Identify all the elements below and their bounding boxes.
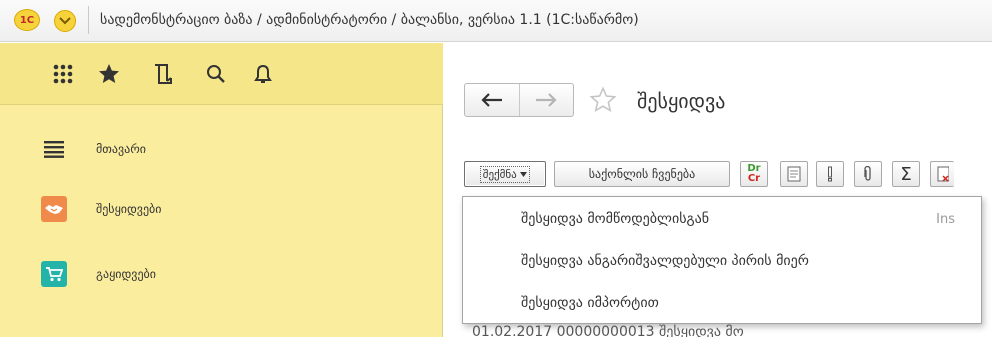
history-navigation bbox=[464, 83, 574, 117]
arrow-left-icon bbox=[481, 93, 502, 107]
menu-item-shortcut: Ins bbox=[936, 211, 955, 227]
document-icon bbox=[787, 166, 801, 182]
create-label: შექმნა bbox=[482, 167, 517, 181]
add-to-favorites-button[interactable] bbox=[588, 85, 618, 115]
show-goods-button[interactable]: საქონლის ჩვენება bbox=[554, 161, 730, 187]
history-icon[interactable] bbox=[150, 61, 176, 87]
cr-text: Cr bbox=[747, 173, 761, 184]
notifications-bell-icon[interactable] bbox=[250, 61, 276, 87]
menu-lines-icon bbox=[41, 136, 67, 162]
table-row[interactable]: 01.02.2017 00000000013 შესყიდვა მო bbox=[472, 324, 744, 337]
window-title: სადემონსტრაციო ბაზა / ადმინისტრატორი / ბ… bbox=[100, 12, 639, 28]
apps-grid-icon[interactable] bbox=[50, 61, 76, 87]
document-red-icon bbox=[937, 166, 949, 182]
sidebar-item-sales[interactable]: გაყიდვები bbox=[0, 246, 443, 302]
sidebar-item-label: გაყიდვები bbox=[96, 267, 156, 281]
page-title: შესყიდვა bbox=[637, 89, 726, 113]
sidebar-item-main[interactable]: მთავარი bbox=[0, 121, 443, 177]
attention-button[interactable] bbox=[816, 161, 844, 187]
dr-cr-button[interactable]: Dr Cr bbox=[740, 161, 768, 187]
logo-text: 1C bbox=[19, 14, 35, 26]
sidebar-toolbar bbox=[0, 43, 443, 105]
search-icon[interactable] bbox=[203, 61, 229, 87]
app-logo[interactable]: 1C bbox=[14, 9, 40, 31]
forward-button[interactable] bbox=[518, 84, 573, 116]
paperclip-icon bbox=[864, 166, 871, 181]
menu-item-label: შესყიდვა იმპორტით bbox=[521, 295, 659, 311]
menu-item-label: შესყიდვა მომწოდებლისგან bbox=[521, 211, 710, 227]
create-button[interactable]: შექმნა bbox=[464, 161, 546, 187]
attach-button[interactable] bbox=[854, 161, 882, 187]
sidebar: მთავარი შესყიდვები გაყიდვები bbox=[0, 43, 443, 337]
dr-cr-icon: Dr Cr bbox=[747, 164, 760, 184]
exclamation-icon bbox=[828, 166, 832, 182]
chevron-down-icon bbox=[59, 17, 71, 25]
create-dropdown-menu: შესყიდვა მომწოდებლისგან Ins შესყიდვა ანგ… bbox=[462, 196, 982, 324]
sidebar-item-label: შესყიდვები bbox=[96, 202, 162, 216]
menu-item-label: შესყიდვა ანგარიშვალდებული პირის მიერ bbox=[521, 253, 809, 269]
title-separator bbox=[88, 6, 89, 34]
cart-icon bbox=[41, 261, 67, 287]
sidebar-item-purchases[interactable]: შესყიდვები bbox=[0, 181, 443, 237]
menu-item-purchase-from-supplier[interactable]: შესყიდვა მომწოდებლისგან Ins bbox=[463, 199, 981, 239]
sidebar-item-label: მთავარი bbox=[96, 142, 146, 156]
sum-icon: Σ bbox=[900, 163, 912, 185]
back-button[interactable] bbox=[465, 84, 519, 116]
arrow-right-icon bbox=[536, 93, 558, 107]
title-bar: 1C სადემონსტრაციო ბაზა / ადმინისტრატორი … bbox=[0, 0, 992, 42]
report-button[interactable] bbox=[780, 161, 808, 187]
main-menu-button[interactable] bbox=[54, 10, 76, 32]
star-outline-icon bbox=[589, 86, 617, 113]
more-toolbar-button[interactable] bbox=[930, 161, 954, 187]
handshake-icon bbox=[41, 196, 67, 222]
menu-item-purchase-import[interactable]: შესყიდვა იმპორტით bbox=[463, 283, 981, 323]
menu-item-purchase-by-accountable-person[interactable]: შესყიდვა ანგარიშვალდებული პირის მიერ bbox=[463, 241, 981, 281]
sum-button[interactable]: Σ bbox=[892, 161, 920, 187]
favorites-star-icon[interactable] bbox=[96, 61, 122, 87]
dropdown-arrow-icon bbox=[520, 172, 528, 177]
